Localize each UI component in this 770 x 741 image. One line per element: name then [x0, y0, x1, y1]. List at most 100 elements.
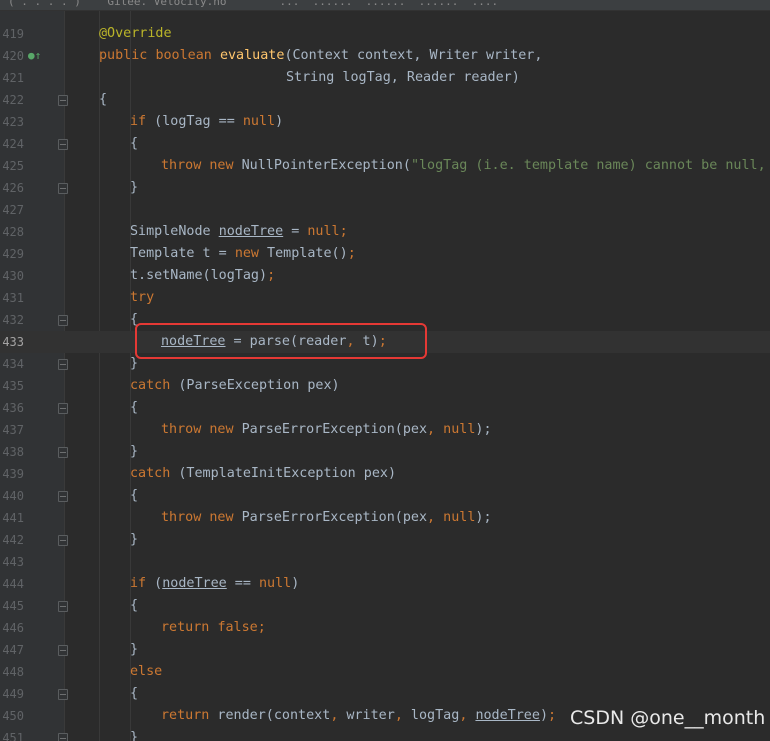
code-line[interactable]: 437 throw new ParseErrorException(pex, n…	[0, 419, 770, 441]
code-line[interactable]: 444 if (nodeTree == null)	[0, 573, 770, 595]
code-line[interactable]: 449 {	[0, 683, 770, 705]
line-number: 436	[2, 401, 24, 415]
line-number: 451	[2, 731, 24, 741]
line-number: 425	[2, 159, 24, 173]
line-number: 419	[2, 27, 24, 41]
fold-marker[interactable]	[58, 403, 68, 414]
line-code: {	[130, 400, 139, 415]
line-number: 449	[2, 687, 24, 701]
line-code: Template t = new Template();	[130, 246, 356, 261]
code-line[interactable]: 425 throw new NullPointerException("logT…	[0, 155, 770, 177]
line-number: 432	[2, 313, 24, 327]
fold-marker[interactable]	[58, 183, 68, 194]
code-line[interactable]: 446 return false;	[0, 617, 770, 639]
line-code: catch (ParseException pex)	[130, 378, 340, 393]
line-code: {	[130, 598, 139, 613]
code-line[interactable]: 428 SimpleNode nodeTree = null;	[0, 221, 770, 243]
fold-marker[interactable]	[58, 645, 68, 656]
line-code: if (logTag == null)	[130, 114, 284, 129]
fold-marker[interactable]	[58, 95, 68, 106]
line-number: 450	[2, 709, 24, 723]
line-code: public boolean evaluate(Context context,…	[99, 48, 543, 63]
code-line[interactable]: 445 {	[0, 595, 770, 617]
code-editor[interactable]: ( . . . . ) Gitee. Velocity.no ... .....…	[0, 0, 770, 741]
code-line[interactable]: 438 }	[0, 441, 770, 463]
line-code: catch (TemplateInitException pex)	[130, 466, 397, 481]
line-code: throw new NullPointerException("logTag (…	[161, 158, 770, 173]
line-number: 433	[2, 335, 24, 349]
line-code: {	[99, 92, 108, 107]
line-number: 422	[2, 93, 24, 107]
fold-marker[interactable]	[58, 491, 68, 502]
code-line[interactable]: 435 catch (ParseException pex)	[0, 375, 770, 397]
line-number: 427	[2, 203, 24, 217]
line-number: 441	[2, 511, 24, 525]
fold-marker[interactable]	[58, 359, 68, 370]
line-number: 448	[2, 665, 24, 679]
line-code: try	[130, 290, 155, 305]
line-number: 439	[2, 467, 24, 481]
line-number: 423	[2, 115, 24, 129]
line-number: 440	[2, 489, 24, 503]
code-line[interactable]: 422 {	[0, 89, 770, 111]
line-code: return render(context, writer, logTag, n…	[161, 708, 557, 723]
fold-marker[interactable]	[58, 601, 68, 612]
code-line[interactable]: 420 ●↑ public boolean evaluate(Context c…	[0, 45, 770, 67]
line-code: }	[130, 444, 139, 459]
fold-marker[interactable]	[58, 689, 68, 700]
line-code: SimpleNode nodeTree = null;	[130, 224, 348, 239]
code-line[interactable]: 430 t.setName(logTag);	[0, 265, 770, 287]
tab-strip-text: ( . . . . ) Gitee. Velocity.no ... .....…	[8, 0, 499, 8]
code-line[interactable]: 439 catch (TemplateInitException pex)	[0, 463, 770, 485]
code-line[interactable]: 429 Template t = new Template();	[0, 243, 770, 265]
code-line[interactable]: 443	[0, 551, 770, 573]
code-line[interactable]: 441 throw new ParseErrorException(pex, n…	[0, 507, 770, 529]
line-number: 438	[2, 445, 24, 459]
fold-marker[interactable]	[58, 315, 68, 326]
fold-marker[interactable]	[58, 535, 68, 546]
line-code: throw new ParseErrorException(pex, null)…	[161, 510, 492, 525]
override-icon[interactable]: ●↑	[28, 48, 41, 64]
line-number: 445	[2, 599, 24, 613]
code-line[interactable]: 427	[0, 199, 770, 221]
red-highlight-box	[135, 323, 427, 359]
code-line[interactable]: 440 {	[0, 485, 770, 507]
line-number: 437	[2, 423, 24, 437]
line-number: 429	[2, 247, 24, 261]
code-line[interactable]: 431 try	[0, 287, 770, 309]
code-line[interactable]: 426 }	[0, 177, 770, 199]
code-line[interactable]: 451 }	[0, 727, 770, 741]
line-number: 430	[2, 269, 24, 283]
line-code: }	[130, 642, 139, 657]
line-code: else	[130, 664, 163, 679]
editor-tab-strip[interactable]: ( . . . . ) Gitee. Velocity.no ... .....…	[0, 0, 770, 11]
code-line[interactable]: 448 else	[0, 661, 770, 683]
code-line[interactable]: 423 if (logTag == null)	[0, 111, 770, 133]
line-code: @Override	[99, 26, 172, 41]
line-number: 435	[2, 379, 24, 393]
line-code: {	[130, 686, 139, 701]
line-code: t.setName(logTag);	[130, 268, 276, 283]
line-number: 428	[2, 225, 24, 239]
code-line[interactable]: 436 {	[0, 397, 770, 419]
line-number: 447	[2, 643, 24, 657]
fold-marker[interactable]	[58, 447, 68, 458]
code-line[interactable]: 421 String logTag, Reader reader)	[0, 67, 770, 89]
line-code: {	[130, 488, 139, 503]
fold-marker[interactable]	[58, 139, 68, 150]
line-number: 421	[2, 71, 24, 85]
line-number: 434	[2, 357, 24, 371]
line-number: 442	[2, 533, 24, 547]
code-line[interactable]: 424 {	[0, 133, 770, 155]
code-line[interactable]: 442 }	[0, 529, 770, 551]
code-line[interactable]: 447 }	[0, 639, 770, 661]
line-number: 426	[2, 181, 24, 195]
line-number: 446	[2, 621, 24, 635]
line-number: 420	[2, 49, 24, 63]
code-line[interactable]: 419 @Override	[0, 23, 770, 45]
line-code: if (nodeTree == null)	[130, 576, 300, 591]
line-number: 444	[2, 577, 24, 591]
fold-marker[interactable]	[58, 733, 68, 741]
line-code: }	[130, 730, 139, 741]
line-number: 443	[2, 555, 24, 569]
